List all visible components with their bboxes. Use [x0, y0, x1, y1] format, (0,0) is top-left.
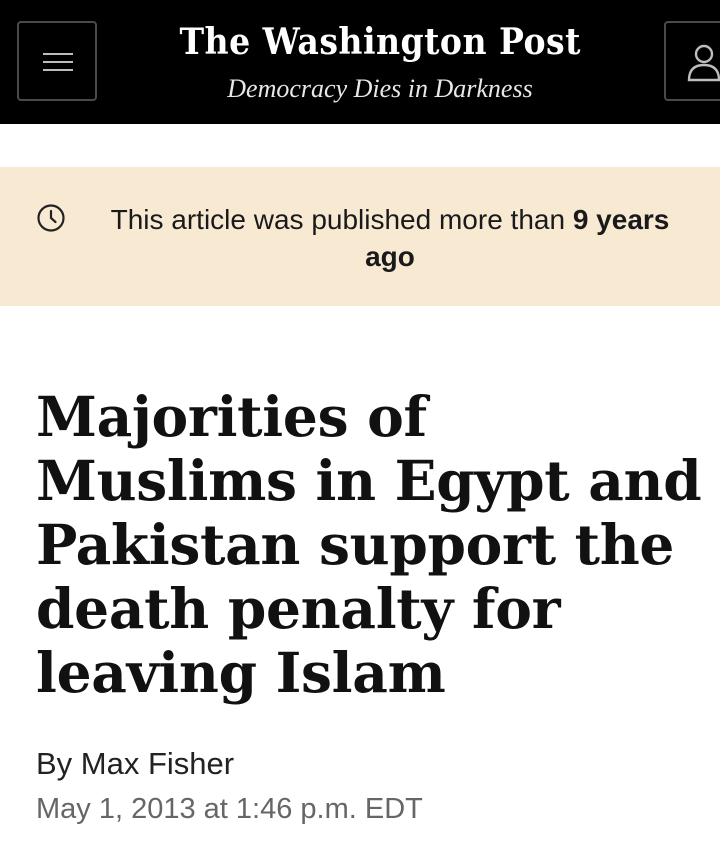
hamburger-menu-icon-bar [43, 61, 73, 63]
site-tagline: Democracy Dies in Darkness [227, 74, 533, 103]
top-navigation-bar: The Washington Post Democracy Dies in Da… [0, 0, 720, 124]
publish-date: May 1, 2013 at 1:46 p.m. EDT [36, 793, 423, 825]
site-logo[interactable]: The Washington Post [179, 12, 580, 72]
article-age-notice: This article was published more than 9 y… [0, 167, 720, 306]
byline-prefix: By [36, 746, 81, 781]
notice-text: This article was published more than 9 y… [40, 201, 720, 275]
notice-text-age: 9 years [572, 204, 670, 235]
article-headline: Majorities of Muslims in Egypt and Pakis… [36, 384, 702, 705]
user-icon [687, 44, 720, 82]
notice-text-suffix: ago [365, 241, 415, 272]
masthead: The Washington Post Democracy Dies in Da… [110, 12, 650, 106]
menu-button[interactable] [17, 21, 97, 101]
byline: By Max Fisher [36, 744, 234, 784]
author-link[interactable]: Max Fisher [81, 746, 234, 781]
hamburger-menu-icon [43, 53, 73, 55]
account-button[interactable] [664, 21, 720, 101]
notice-text-prefix: This article was published more than [110, 204, 573, 235]
hamburger-menu-icon-bar [43, 69, 73, 71]
